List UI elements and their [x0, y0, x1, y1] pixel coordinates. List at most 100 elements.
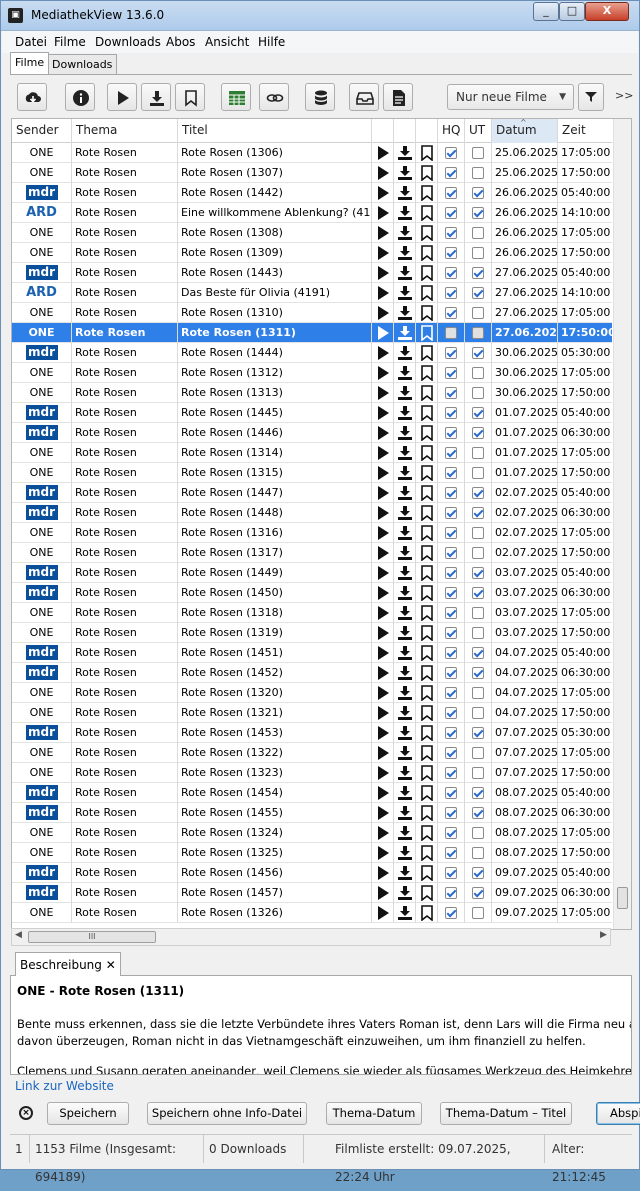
hq-checkbox[interactable] — [445, 587, 457, 599]
ut-checkbox[interactable] — [472, 707, 484, 719]
row-play-button[interactable] — [372, 863, 394, 883]
ut-checkbox[interactable] — [472, 167, 484, 179]
table-row[interactable]: ONE Rote Rosen Rote Rosen (1315) 01.07.2025… — [12, 463, 612, 483]
scroll-left-arrow-icon[interactable]: ◀ — [15, 930, 22, 940]
table-row[interactable]: mdr Rote Rosen Rote Rosen (1456) 09.07.2025… — [12, 863, 612, 883]
row-download-button[interactable] — [394, 403, 416, 423]
hq-checkbox[interactable] — [445, 147, 457, 159]
row-download-button[interactable] — [394, 163, 416, 183]
row-download-button[interactable] — [394, 743, 416, 763]
row-download-button[interactable] — [394, 683, 416, 703]
hq-checkbox[interactable] — [445, 247, 457, 259]
row-download-button[interactable] — [394, 263, 416, 283]
ut-checkbox[interactable] — [472, 547, 484, 559]
row-bookmark-button[interactable] — [416, 523, 438, 543]
hq-checkbox[interactable] — [445, 467, 457, 479]
vertical-scrollbar[interactable] — [613, 119, 631, 929]
column-header-hq[interactable]: HQ — [438, 119, 465, 143]
table-row[interactable]: mdr Rote Rosen Rote Rosen (1445) 01.07.2025… — [12, 403, 612, 423]
horizontal-scrollbar[interactable]: ◀ III ▶ — [11, 928, 611, 946]
row-bookmark-button[interactable] — [416, 503, 438, 523]
row-play-button[interactable] — [372, 503, 394, 523]
row-download-button[interactable] — [394, 883, 416, 903]
row-bookmark-button[interactable] — [416, 603, 438, 623]
row-bookmark-button[interactable] — [416, 203, 438, 223]
hq-checkbox[interactable] — [445, 327, 457, 339]
column-header-sender[interactable]: Sender — [12, 119, 72, 143]
row-bookmark-button[interactable] — [416, 643, 438, 663]
row-play-button[interactable] — [372, 763, 394, 783]
row-play-button[interactable] — [372, 243, 394, 263]
ut-checkbox[interactable] — [472, 467, 484, 479]
row-bookmark-button[interactable] — [416, 803, 438, 823]
row-play-button[interactable] — [372, 343, 394, 363]
row-bookmark-button[interactable] — [416, 343, 438, 363]
row-download-button[interactable] — [394, 763, 416, 783]
row-download-button[interactable] — [394, 583, 416, 603]
close-tab-icon[interactable]: ✕ — [106, 958, 116, 972]
row-download-button[interactable] — [394, 823, 416, 843]
row-download-button[interactable] — [394, 223, 416, 243]
row-download-button[interactable] — [394, 603, 416, 623]
table-row[interactable]: ONE Rote Rosen Rote Rosen (1326) 09.07.2025… — [12, 903, 612, 923]
table-row[interactable]: mdr Rote Rosen Rote Rosen (1449) 03.07.2025… — [12, 563, 612, 583]
ut-checkbox[interactable] — [472, 767, 484, 779]
save-without-info-button[interactable]: Speichern ohne Info-Datei — [147, 1102, 307, 1125]
row-bookmark-button[interactable] — [416, 323, 438, 343]
row-bookmark-button[interactable] — [416, 483, 438, 503]
row-bookmark-button[interactable] — [416, 183, 438, 203]
column-header-play[interactable] — [372, 119, 394, 143]
hq-checkbox[interactable] — [445, 267, 457, 279]
row-download-button[interactable] — [394, 383, 416, 403]
hq-checkbox[interactable] — [445, 187, 457, 199]
play-action-button[interactable]: Abspielen — [596, 1102, 640, 1125]
ut-checkbox[interactable] — [472, 567, 484, 579]
hq-checkbox[interactable] — [445, 747, 457, 759]
ut-checkbox[interactable] — [472, 367, 484, 379]
table-row[interactable]: ARD Rote Rosen Das Beste für Olivia (4191)… — [12, 283, 612, 303]
table-row[interactable]: mdr Rote Rosen Rote Rosen (1455) 08.07.2025… — [12, 803, 612, 823]
row-play-button[interactable] — [372, 463, 394, 483]
table-row[interactable]: ONE Rote Rosen Rote Rosen (1317) 02.07.2025… — [12, 543, 612, 563]
row-bookmark-button[interactable] — [416, 263, 438, 283]
table-row[interactable]: mdr Rote Rosen Rote Rosen (1446) 01.07.2025… — [12, 423, 612, 443]
row-bookmark-button[interactable] — [416, 663, 438, 683]
close-circle-icon[interactable]: × — [19, 1106, 33, 1120]
table-row[interactable]: mdr Rote Rosen Rote Rosen (1444) 30.06.2025… — [12, 343, 612, 363]
row-download-button[interactable] — [394, 283, 416, 303]
row-bookmark-button[interactable] — [416, 843, 438, 863]
hq-checkbox[interactable] — [445, 507, 457, 519]
row-play-button[interactable] — [372, 323, 394, 343]
ut-checkbox[interactable] — [472, 887, 484, 899]
row-play-button[interactable] — [372, 523, 394, 543]
table-row[interactable]: ONE Rote Rosen Rote Rosen (1319) 03.07.2025… — [12, 623, 612, 643]
row-bookmark-button[interactable] — [416, 863, 438, 883]
scroll-right-arrow-icon[interactable]: ▶ — [600, 930, 607, 940]
row-bookmark-button[interactable] — [416, 243, 438, 263]
table-row[interactable]: mdr Rote Rosen Rote Rosen (1448) 02.07.2025… — [12, 503, 612, 523]
database-button[interactable] — [305, 83, 335, 111]
row-download-button[interactable] — [394, 703, 416, 723]
row-download-button[interactable] — [394, 803, 416, 823]
ut-checkbox[interactable] — [472, 407, 484, 419]
hq-checkbox[interactable] — [445, 407, 457, 419]
row-download-button[interactable] — [394, 663, 416, 683]
row-play-button[interactable] — [372, 803, 394, 823]
ut-checkbox[interactable] — [472, 527, 484, 539]
row-download-button[interactable] — [394, 563, 416, 583]
row-play-button[interactable] — [372, 223, 394, 243]
row-download-button[interactable] — [394, 523, 416, 543]
row-bookmark-button[interactable] — [416, 363, 438, 383]
row-play-button[interactable] — [372, 183, 394, 203]
hq-checkbox[interactable] — [445, 707, 457, 719]
filter-select[interactable]: Nur neue Filme ▼ — [447, 84, 574, 110]
ut-checkbox[interactable] — [472, 447, 484, 459]
theme-date-button[interactable]: Thema-Datum — [326, 1102, 422, 1125]
table-row[interactable]: ARD Rote Rosen Eine willkommene Ablenkung?… — [12, 203, 612, 223]
hq-checkbox[interactable] — [445, 347, 457, 359]
hq-checkbox[interactable] — [445, 827, 457, 839]
hq-checkbox[interactable] — [445, 667, 457, 679]
ut-checkbox[interactable] — [472, 387, 484, 399]
hq-checkbox[interactable] — [445, 527, 457, 539]
row-play-button[interactable] — [372, 143, 394, 163]
